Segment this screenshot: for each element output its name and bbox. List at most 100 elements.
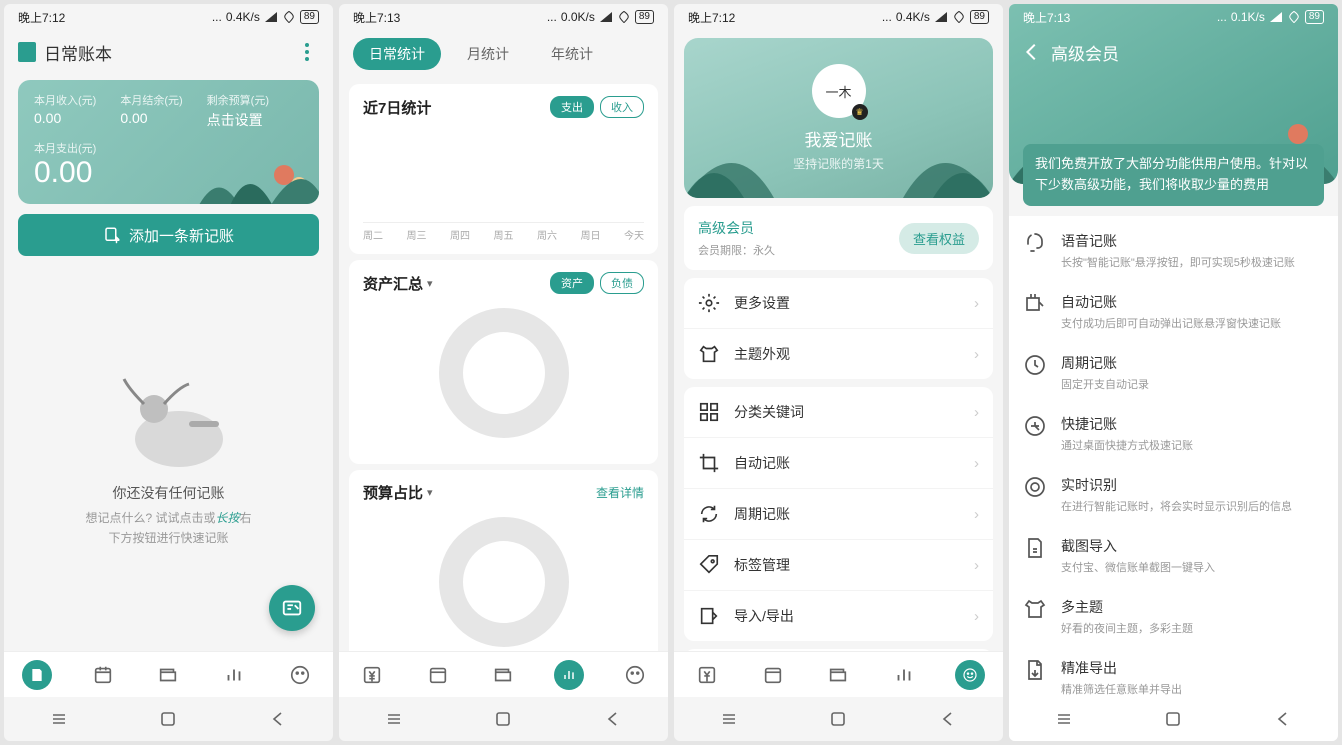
- chip-expense[interactable]: 支出: [550, 96, 594, 118]
- feature-icon: [1023, 536, 1047, 560]
- feature-sub: 好看的夜间主题，多彩主题: [1061, 620, 1324, 636]
- nav-wallet[interactable]: [806, 652, 872, 697]
- panel-assets-title[interactable]: 资产汇总: [363, 273, 423, 294]
- nav-home[interactable]: [339, 652, 405, 697]
- nav-profile[interactable]: [602, 652, 668, 697]
- system-nav: [4, 697, 333, 741]
- row-categories[interactable]: 分类关键词›: [684, 387, 993, 437]
- nav-calendar[interactable]: [740, 652, 806, 697]
- panel-7day: 近7日统计 支出 收入 周二周三周四周五周六周日今天: [349, 84, 658, 254]
- row-period[interactable]: 周期记账›: [684, 488, 993, 539]
- budget-value[interactable]: 点击设置: [207, 110, 269, 130]
- row-import-export[interactable]: 导入/导出›: [684, 590, 993, 641]
- nav-wallet[interactable]: [136, 652, 202, 697]
- nickname: 我爱记账: [805, 126, 873, 151]
- tab-yearly[interactable]: 年统计: [535, 38, 609, 70]
- calendar-icon: [92, 664, 114, 686]
- nav-profile[interactable]: [937, 652, 1003, 697]
- nav-stats[interactable]: [536, 652, 602, 697]
- shirt-icon: [698, 343, 720, 365]
- chip-debt[interactable]: 负债: [600, 272, 644, 294]
- back-arrow-icon[interactable]: [1021, 41, 1043, 63]
- feature-sub: 支付成功后即可自动弹出记账悬浮窗快速记账: [1061, 315, 1324, 331]
- menu-button[interactable]: [295, 43, 319, 61]
- chevron-down-icon[interactable]: ▾: [427, 486, 433, 499]
- nav-stats[interactable]: [201, 652, 267, 697]
- back-icon[interactable]: [604, 710, 622, 728]
- feature-icon: [1023, 353, 1047, 377]
- feature-sub: 支付宝、微信账单截图一键导入: [1061, 559, 1324, 575]
- premium-item[interactable]: 快捷记账通过桌面快捷方式极速记账: [1023, 403, 1324, 464]
- feature-title: 快捷记账: [1061, 414, 1324, 434]
- recent-icon[interactable]: [1055, 710, 1073, 728]
- premium-item[interactable]: 多主题好看的夜间主题，多彩主题: [1023, 586, 1324, 647]
- home-icon[interactable]: [829, 710, 847, 728]
- budget-label: 剩余预算(元): [207, 92, 269, 108]
- panel-budget: 预算占比 ▾ 查看详情: [349, 470, 658, 651]
- premium-title: 高级会员: [1051, 40, 1119, 65]
- panel-budget-title[interactable]: 预算占比: [363, 482, 423, 503]
- row-auto[interactable]: 自动记账›: [684, 437, 993, 488]
- chevron-down-icon[interactable]: ▾: [427, 277, 433, 290]
- feature-icon: [1023, 292, 1047, 316]
- view-details-link[interactable]: 查看详情: [596, 484, 644, 501]
- feature-sub: 在进行智能记账时，将会实时显示识别后的信息: [1061, 498, 1324, 514]
- feature-icon: [1023, 414, 1047, 438]
- home-icon[interactable]: [494, 710, 512, 728]
- gear-icon: [698, 292, 720, 314]
- nav-calendar[interactable]: [70, 652, 136, 697]
- row-theme[interactable]: 主题外观›: [684, 328, 993, 379]
- premium-item[interactable]: 截图导入支付宝、微信账单截图一键导入: [1023, 525, 1324, 586]
- premium-item[interactable]: 自动记账支付成功后即可自动弹出记账悬浮窗快速记账: [1023, 281, 1324, 342]
- member-row[interactable]: 高级会员 会员期限：永久 查看权益: [684, 206, 993, 270]
- nav-home[interactable]: [674, 652, 740, 697]
- recent-icon[interactable]: [50, 710, 68, 728]
- quick-record-fab[interactable]: [269, 585, 315, 631]
- feature-title: 截图导入: [1061, 536, 1324, 556]
- nav-stats[interactable]: [871, 652, 937, 697]
- nav-home[interactable]: [4, 652, 70, 697]
- chip-income[interactable]: 收入: [600, 96, 644, 118]
- home-icon[interactable]: [1164, 710, 1182, 728]
- recent-icon[interactable]: [720, 710, 738, 728]
- feature-icon: [1023, 231, 1047, 255]
- nav-wallet[interactable]: [471, 652, 537, 697]
- chart-icon: [561, 667, 577, 683]
- back-icon[interactable]: [269, 710, 287, 728]
- member-title: 高级会员: [698, 218, 899, 238]
- face-icon: [962, 667, 978, 683]
- wallet-icon: [827, 664, 849, 686]
- feature-icon: [1023, 475, 1047, 499]
- feature-sub: 固定开支自动记录: [1061, 376, 1324, 392]
- recent-icon[interactable]: [385, 710, 403, 728]
- feature-icon: [1023, 658, 1047, 682]
- home-icon[interactable]: [159, 710, 177, 728]
- x-axis: 周二周三周四周五周六周日今天: [363, 222, 644, 242]
- dashboard-card[interactable]: 本月收入(元)0.00 本月结余(元)0.00 剩余预算(元)点击设置 本月支出…: [18, 80, 319, 204]
- status-bar: 晚上7:12 ...0.4K/s 89: [674, 4, 1003, 30]
- status-bar: 晚上7:12 ...0.4K/s 89: [4, 4, 333, 30]
- tab-monthly[interactable]: 月统计: [451, 38, 525, 70]
- decor-left-icon: [684, 108, 804, 198]
- tab-daily[interactable]: 日常统计: [353, 38, 441, 70]
- feature-sub: 长按"智能记账"悬浮按钮，即可实现5秒极速记账: [1061, 254, 1324, 270]
- nav-profile[interactable]: [267, 652, 333, 697]
- premium-item[interactable]: 周期记账固定开支自动记录: [1023, 342, 1324, 403]
- feature-title: 精准导出: [1061, 658, 1324, 678]
- add-record-button[interactable]: 添加一条新记账: [18, 214, 319, 256]
- assets-donut: [439, 308, 569, 438]
- premium-item[interactable]: 精准导出精准筛选任意账单并导出: [1023, 647, 1324, 697]
- avatar[interactable]: 一木♛: [812, 64, 866, 118]
- row-tags[interactable]: 标签管理›: [684, 539, 993, 590]
- view-benefits-button[interactable]: 查看权益: [899, 223, 979, 254]
- system-nav: [339, 697, 668, 741]
- back-icon[interactable]: [1274, 710, 1292, 728]
- chip-asset[interactable]: 资产: [550, 272, 594, 294]
- premium-item[interactable]: 语音记账长按"智能记账"悬浮按钮，即可实现5秒极速记账: [1023, 220, 1324, 281]
- status-bar: 晚上7:13 ...0.1K/s 89: [1009, 4, 1338, 30]
- row-more-settings[interactable]: 更多设置›: [684, 278, 993, 328]
- premium-item[interactable]: 实时识别在进行智能记账时，将会实时显示识别后的信息: [1023, 464, 1324, 525]
- income-label: 本月收入(元): [34, 92, 96, 108]
- nav-calendar[interactable]: [405, 652, 471, 697]
- back-icon[interactable]: [939, 710, 957, 728]
